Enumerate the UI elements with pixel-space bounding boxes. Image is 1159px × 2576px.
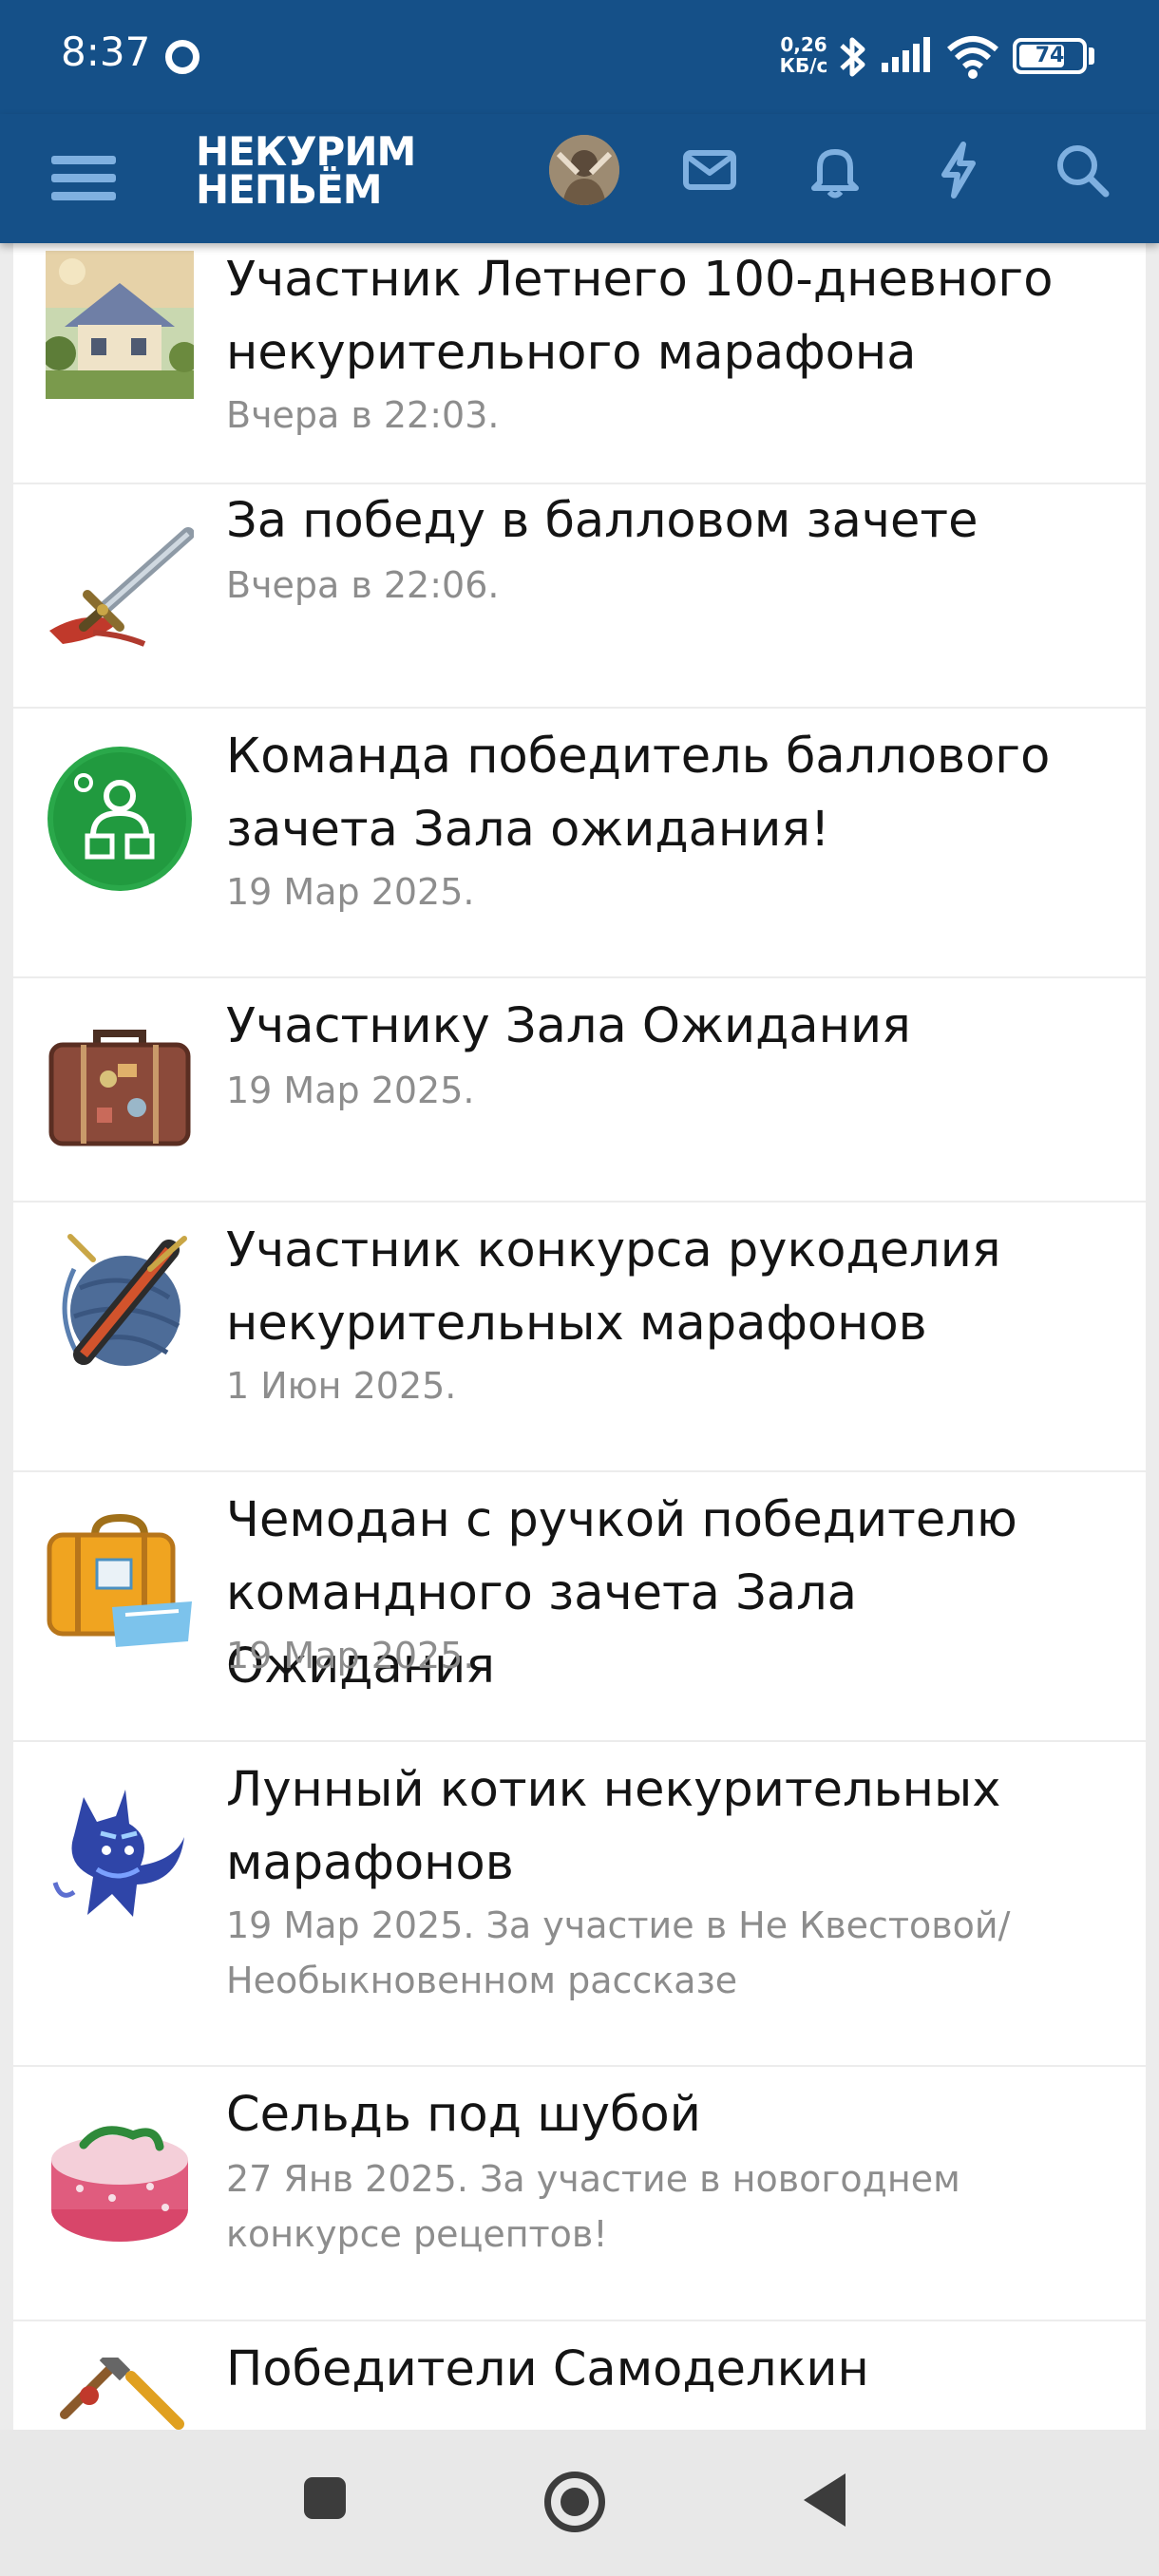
green-team-badge-icon — [48, 747, 192, 891]
mail-icon[interactable] — [676, 137, 743, 203]
notification-ring-icon — [165, 40, 200, 74]
avatar[interactable] — [549, 135, 619, 205]
award-title: Победители Самоделкин — [226, 2341, 869, 2397]
award-title: Сельдь под шубой — [226, 2087, 701, 2143]
home-button[interactable] — [544, 2472, 605, 2532]
herring-salad-icon — [51, 2126, 188, 2242]
award-title: Лунный котик некурительных марафонов — [226, 1762, 1001, 1891]
bell-icon[interactable] — [802, 137, 868, 203]
lightning-icon[interactable] — [925, 137, 992, 203]
yarn-ball-icon — [62, 1234, 187, 1366]
award-title: Команда победитель баллового зачета Зала… — [226, 729, 1051, 858]
bluetooth-icon — [840, 37, 865, 77]
app-bar: НЕКУРИМ НЕПЬЁМ — [0, 114, 1159, 243]
status-bar: 8:37 0,26 КБ/с 74 — [0, 0, 1159, 114]
list-item[interactable]: Сельдь под шубой 27 Янв 2025. За участие… — [13, 2067, 1146, 2320]
award-meta: Вчера в 22:03. — [226, 394, 500, 436]
award-meta: Вчера в 22:06. — [226, 564, 500, 606]
award-title: За победу в балловом зачете — [226, 493, 978, 549]
battery-level: 74 — [1035, 44, 1065, 67]
search-icon[interactable] — [1049, 137, 1115, 203]
avatar-image — [549, 135, 619, 205]
moon-cat-icon — [52, 1790, 184, 1917]
award-meta: 19 Мар 2025. — [226, 1635, 475, 1676]
logo-line-1: НЕКУРИМ — [196, 128, 416, 175]
list-item[interactable]: Победители Самоделкин — [13, 2321, 1146, 2430]
tools-icon — [60, 2358, 184, 2430]
awards-list: Участник Летнего 100-дневного некуритель… — [13, 243, 1146, 2430]
menu-icon[interactable] — [49, 144, 118, 213]
wifi-icon — [947, 36, 998, 79]
recents-button[interactable] — [304, 2477, 346, 2519]
award-meta: 27 Янв 2025. За участие в новогоднем кон… — [226, 2158, 960, 2255]
status-time: 8:37 — [61, 28, 151, 75]
network-speed: 0,26 КБ/с — [775, 34, 832, 76]
award-meta: 19 Мар 2025. — [226, 871, 475, 913]
network-speed-unit: КБ/с — [779, 54, 828, 77]
list-item[interactable]: Чемодан с ручкой победителю командного з… — [13, 1472, 1146, 1740]
list-item[interactable]: Лунный котик некурительных марафонов 19 … — [13, 1742, 1146, 2065]
list-item[interactable]: За победу в балловом зачете Вчера в 22:0… — [13, 484, 1146, 707]
back-button[interactable] — [804, 2473, 846, 2527]
award-title: Участнику Зала Ожидания — [226, 998, 911, 1054]
logo-line-2: НЕПЬЁМ — [196, 166, 383, 213]
award-meta: 19 Мар 2025. — [226, 1070, 475, 1111]
award-meta: 19 Мар 2025. За участие в Не Квестовой/ … — [226, 1904, 1011, 2001]
site-logo[interactable]: НЕКУРИМ НЕПЬЁМ — [196, 128, 462, 213]
list-item[interactable]: Участник Летнего 100-дневного некуритель… — [13, 243, 1146, 483]
yellow-suitcase-icon — [47, 1513, 192, 1647]
suitcase-icon — [48, 1030, 191, 1146]
award-title: Участник конкурса рукоделия некурительны… — [226, 1222, 1001, 1352]
list-item[interactable]: Участник конкурса рукоделия некурительны… — [13, 1203, 1146, 1470]
cottage-picture-icon — [46, 251, 194, 399]
signal-icon — [882, 37, 930, 72]
sword-icon — [49, 527, 194, 647]
list-item[interactable]: Участнику Зала Ожидания 19 Мар 2025. — [13, 978, 1146, 1201]
battery-tip — [1089, 47, 1094, 65]
list-item[interactable]: Команда победитель баллового зачета Зала… — [13, 709, 1146, 976]
award-meta: 1 Июн 2025. — [226, 1365, 457, 1407]
system-nav-bar — [0, 2430, 1159, 2576]
award-title: Участник Летнего 100-дневного некуритель… — [226, 252, 1054, 381]
network-speed-value: 0,26 — [780, 33, 827, 56]
battery-icon: 74 — [1013, 38, 1087, 74]
